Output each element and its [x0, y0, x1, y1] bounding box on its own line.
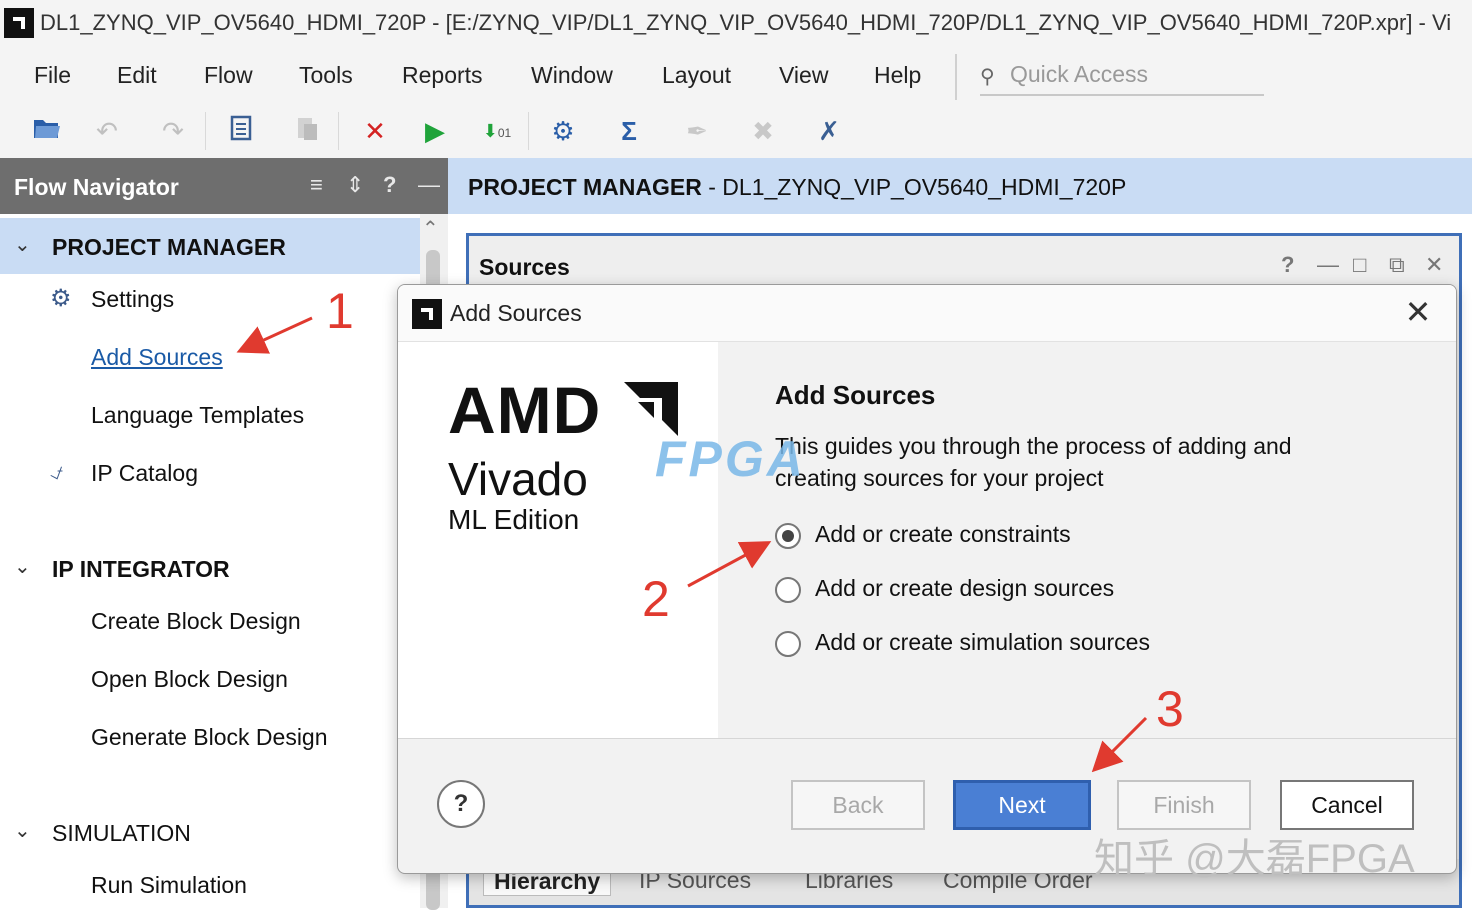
arrow-to-next	[1091, 716, 1148, 773]
watermark-text: 知乎 @大磊FPGA	[1094, 837, 1415, 881]
watermark-logo: FPGA	[655, 431, 806, 487]
arrow-to-add-sources	[236, 316, 313, 354]
annotation-step-1: 1	[326, 283, 354, 339]
arrow-to-constraints	[687, 541, 772, 588]
annotation-step-2: 2	[642, 571, 670, 627]
annotation-step-3: 3	[1156, 681, 1184, 737]
